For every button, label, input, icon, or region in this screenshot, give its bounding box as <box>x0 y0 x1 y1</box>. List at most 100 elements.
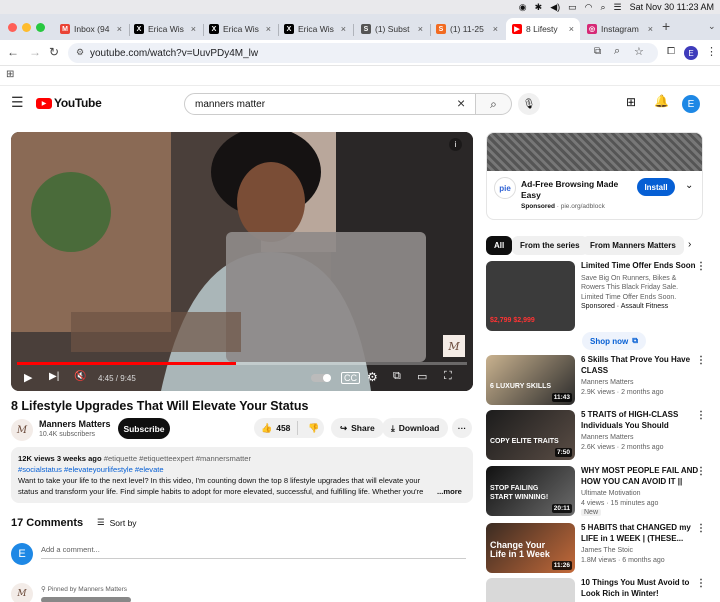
tab-search-chevron-icon[interactable]: ⌄ <box>708 21 716 32</box>
browser-tab[interactable]: X Erica Wis × <box>278 18 352 40</box>
video-options-icon[interactable]: ⋮ <box>696 466 706 477</box>
description-hashtags[interactable]: #socialstatus #elevateyourlifestyle #ele… <box>18 464 466 475</box>
close-window-button[interactable] <box>8 23 17 32</box>
ad-expand-chevron-icon[interactable]: ⌄ <box>685 180 693 191</box>
bluetooth-icon[interactable]: ✱ <box>535 2 543 13</box>
address-bar[interactable]: ⚙ youtube.com/watch?v=UuvPDy4M_lw ⧉ ⌕ ☆ <box>68 43 658 63</box>
channel-name[interactable]: Manners Matters <box>39 419 111 429</box>
theater-mode-icon[interactable]: ▭ <box>417 370 427 383</box>
seek-bar[interactable] <box>17 362 467 365</box>
filter-chip[interactable]: From Manners Matters <box>582 236 684 255</box>
video-options-icon[interactable]: ⋮ <box>696 523 706 534</box>
forward-arrow-icon[interactable]: → <box>29 45 41 59</box>
video-thumbnail[interactable]: STOP FAILING START WINNING! 20:11 <box>486 466 575 516</box>
dislike-button[interactable]: 👎 <box>308 423 319 434</box>
ad-card[interactable]: pie Ad-Free Browsing Made Easy Sponsored… <box>486 132 703 220</box>
video-thumbnail[interactable]: COPY ELITE TRAITS 7:50 <box>486 410 575 460</box>
play-icon[interactable]: ▶ <box>24 371 32 384</box>
browser-tab[interactable]: ▶ 8 Lifesty × <box>506 18 580 40</box>
site-settings-icon[interactable]: ⚙ <box>76 47 84 58</box>
clear-search-icon[interactable]: × <box>457 95 465 111</box>
video-player[interactable]: i M ▶ ▶| 🔇 4:45 / 9:45 CC ⚙ ⧉ ▭ ⛶ <box>11 132 473 391</box>
video-options-icon[interactable]: ⋮ <box>696 410 706 421</box>
filter-chip[interactable]: From the series <box>512 236 588 255</box>
search-button[interactable]: ⌕ <box>476 93 512 115</box>
tab-close-icon[interactable]: × <box>117 24 122 34</box>
media-icon[interactable]: ◉ <box>519 2 527 13</box>
mute-icon[interactable]: 🔇 <box>74 371 86 382</box>
tab-close-icon[interactable]: × <box>418 24 423 34</box>
miniplayer-icon[interactable]: ⧉ <box>393 370 401 383</box>
tab-close-icon[interactable]: × <box>191 24 196 34</box>
channel-name[interactable]: Manners Matters <box>581 378 699 388</box>
tab-close-icon[interactable]: × <box>648 24 653 34</box>
volume-icon[interactable]: ◀) <box>550 2 560 13</box>
profile-avatar[interactable]: E <box>684 46 698 60</box>
show-more-link[interactable]: ...more <box>437 486 462 497</box>
tab-close-icon[interactable]: × <box>341 24 346 34</box>
channel-avatar[interactable]: M <box>11 419 33 441</box>
recommended-video[interactable]: STOP FAILING START WINNING! 20:11 WHY MOST… <box>486 466 706 518</box>
browser-tab[interactable]: M Inbox (94 × <box>54 18 128 40</box>
control-center-icon[interactable]: ☰ <box>614 2 622 13</box>
bookmark-star-icon[interactable]: ☆ <box>634 45 644 58</box>
hamburger-menu-icon[interactable]: ☰ <box>11 94 24 111</box>
tab-close-icon[interactable]: × <box>569 24 574 34</box>
share-button[interactable]: ↪ Share <box>331 418 384 438</box>
browser-tab[interactable]: S (1) Subst × <box>355 18 429 40</box>
shop-now-button[interactable]: Shop now ⧉ <box>582 332 646 350</box>
browser-menu-icon[interactable]: ⋮ <box>706 45 717 58</box>
fullscreen-icon[interactable]: ⛶ <box>444 370 452 383</box>
recommended-video[interactable]: COPY ELITE TRAITS 7:50 5 TRAITS of HIGH-CL… <box>486 410 706 460</box>
reload-icon[interactable]: ↻ <box>49 45 59 59</box>
video-options-icon[interactable]: ⋮ <box>696 261 706 272</box>
channel-name[interactable]: Manners Matters <box>581 433 699 443</box>
battery-icon[interactable]: ▭ <box>568 2 577 13</box>
cast-icon[interactable]: ⧉ <box>594 46 601 57</box>
info-icon[interactable]: i <box>449 138 462 151</box>
channel-watermark[interactable]: M <box>443 335 465 357</box>
minimize-window-button[interactable] <box>22 23 31 32</box>
recommended-video[interactable]: $2,799 $2,999 Limited Time Offer Ends Soo… <box>486 261 706 331</box>
captions-icon[interactable]: CC <box>341 372 360 384</box>
zoom-icon[interactable]: ⌕ <box>614 45 620 58</box>
notifications-bell-icon[interactable]: 🔔 <box>654 94 669 108</box>
video-options-icon[interactable]: ⋮ <box>696 355 706 366</box>
youtube-logo[interactable]: ▶ YouTube <box>36 96 102 110</box>
channel-name[interactable]: James The Stoic <box>581 546 699 556</box>
autoplay-toggle[interactable] <box>311 374 331 382</box>
video-thumbnail[interactable]: $2,799 $2,999 <box>486 261 575 331</box>
channel-name[interactable]: Ultimate Motivation <box>581 489 699 499</box>
recommended-video[interactable]: Change Your Life in 1 Week 11:26 5 HABITS … <box>486 523 706 573</box>
zoom-window-button[interactable] <box>36 23 45 32</box>
filter-chip[interactable]: All <box>486 236 513 255</box>
settings-gear-icon[interactable]: ⚙ <box>367 370 378 384</box>
add-comment-input[interactable]: Add a comment... <box>41 545 466 559</box>
video-thumbnail[interactable]: Change Your Life in 1 Week 11:26 <box>486 523 575 573</box>
more-actions-button[interactable]: ··· <box>452 418 472 438</box>
tab-close-icon[interactable]: × <box>266 24 271 34</box>
tab-close-icon[interactable]: × <box>493 24 498 34</box>
browser-tab[interactable]: X Erica Wis × <box>203 18 277 40</box>
search-icon[interactable]: ⌕ <box>600 2 605 13</box>
back-arrow-icon[interactable]: ← <box>7 45 19 59</box>
account-avatar[interactable]: E <box>682 95 700 113</box>
wifi-icon[interactable]: ◠ <box>585 2 593 13</box>
browser-tab[interactable]: ◎ Instagram × <box>581 18 659 40</box>
recommended-video[interactable]: 6 LUXURY SKILLS 11:43 6 Skills That Prove … <box>486 355 706 405</box>
like-button[interactable]: 👍 458 <box>254 421 298 435</box>
subscribe-button[interactable]: Subscribe <box>118 418 170 439</box>
video-thumbnail[interactable] <box>486 578 575 602</box>
chips-next-chevron-icon[interactable]: › <box>688 239 691 250</box>
browser-tab[interactable]: X Erica Wis × <box>128 18 202 40</box>
video-thumbnail[interactable]: 6 LUXURY SKILLS 11:43 <box>486 355 575 405</box>
recommended-video[interactable]: 10 Things You Must Avoid to Look Rich in… <box>486 578 706 602</box>
install-button[interactable]: Install <box>637 178 675 196</box>
browser-tab[interactable]: S (1) 11-25 × <box>430 18 504 40</box>
next-video-icon[interactable]: ▶| <box>49 371 59 382</box>
meta-hashtags[interactable]: #etiquette #etiquetteexpert #mannersmatt… <box>104 454 251 463</box>
download-button[interactable]: ⤓ Download <box>382 418 449 438</box>
sort-comments-button[interactable]: ☰ Sort by <box>97 517 137 528</box>
new-tab-button[interactable]: + <box>662 18 670 34</box>
description-box[interactable]: 12K views 3 weeks ago #etiquette #etique… <box>11 447 473 503</box>
